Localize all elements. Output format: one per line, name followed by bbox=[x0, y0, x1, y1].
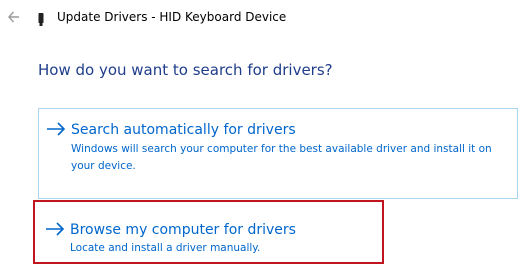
page-heading: How do you want to search for drivers? bbox=[38, 61, 333, 79]
search-automatically-title: Search automatically for drivers bbox=[71, 122, 296, 138]
usb-device-icon bbox=[38, 11, 44, 26]
title-bar: Update Drivers - HID Keyboard Device bbox=[0, 0, 531, 36]
search-automatically-description: Windows will search your computer for th… bbox=[71, 143, 492, 172]
right-arrow-icon bbox=[44, 219, 66, 245]
back-arrow-icon[interactable] bbox=[7, 7, 21, 27]
browse-computer-title: Browse my computer for drivers bbox=[70, 222, 296, 238]
browse-computer-option[interactable]: Browse my computer for drivers Locate an… bbox=[38, 213, 378, 263]
right-arrow-glyph bbox=[46, 222, 65, 236]
back-arrow-glyph bbox=[8, 11, 19, 23]
update-drivers-window: Update Drivers - HID Keyboard Device How… bbox=[0, 0, 531, 267]
right-arrow-icon bbox=[45, 119, 67, 145]
browse-computer-description: Locate and install a driver manually. bbox=[70, 242, 261, 254]
window-title: Update Drivers - HID Keyboard Device bbox=[57, 10, 287, 24]
right-arrow-glyph bbox=[47, 122, 66, 136]
search-automatically-option[interactable]: Search automatically for drivers Windows… bbox=[38, 108, 518, 199]
usb-device-glyph bbox=[38, 13, 44, 26]
